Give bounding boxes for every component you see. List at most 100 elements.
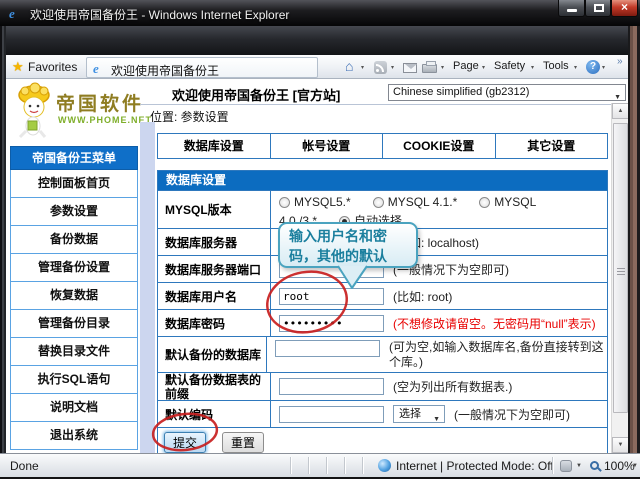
default-db-input[interactable]	[275, 340, 380, 357]
radio-icon	[279, 197, 290, 208]
default-charset-note: (一般情况下为空即可)	[454, 406, 570, 423]
tab-cookie-settings[interactable]: COOKIE设置	[383, 134, 496, 158]
scroll-down-icon[interactable]: ▼	[612, 437, 628, 453]
form-section-title: 数据库设置	[158, 171, 607, 190]
reset-button[interactable]: 重置	[222, 432, 264, 453]
db-password-note: (不想修改请留空。无密码用“null”表示)	[393, 315, 596, 332]
page-title: 欢迎使用帝国备份王 [官方站]	[172, 85, 340, 104]
help-dropdown-icon[interactable]: ▾	[602, 64, 605, 71]
sidebar-item-run-sql[interactable]: 执行SQL语句	[10, 366, 138, 394]
help-button[interactable]: ?	[586, 60, 600, 74]
close-button[interactable]: ×	[611, 0, 638, 17]
language-select[interactable]: Chinese simplified (gb2312) ▼	[388, 84, 626, 101]
sidebar-item-parameter-settings[interactable]: 参数设置	[10, 198, 138, 226]
logo-company-name: 帝国软件	[56, 89, 144, 116]
page-dropdown-icon[interactable]: ▾	[482, 64, 485, 71]
default-db-label: 默认备份的数据库	[158, 337, 267, 372]
maximize-button[interactable]	[585, 0, 611, 17]
radio-mysql41[interactable]: MYSQL 4.1.*	[373, 195, 458, 209]
sidebar-item-backup-data[interactable]: 备份数据	[10, 226, 138, 254]
form-row-db-username: 数据库用户名 (比如: root)	[158, 282, 607, 309]
browser-tab[interactable]: e 欢迎使用帝国备份王	[86, 57, 318, 78]
default-charset-label: 默认编码	[158, 401, 271, 427]
minimize-button[interactable]	[558, 0, 585, 17]
mysql-version-label: MYSQL版本	[158, 191, 271, 228]
print-icon[interactable]	[422, 64, 437, 73]
title-bar: e 欢迎使用帝国备份王 - Windows Internet Explorer …	[0, 0, 640, 26]
form-row-table-prefix: 默认备份数据表的前缀 (空为列出所有数据表.)	[158, 372, 607, 400]
default-charset-input[interactable]	[279, 406, 384, 423]
ie-window: e 欢迎使用帝国备份王 - Windows Internet Explorer …	[0, 0, 640, 479]
read-mail-icon[interactable]	[403, 63, 417, 73]
safety-dropdown-icon[interactable]: ▾	[531, 64, 534, 71]
home-button[interactable]: ⌂	[345, 58, 353, 74]
breadcrumb: 位置: 参数设置	[150, 108, 229, 125]
more-commands-icon[interactable]: »	[617, 56, 623, 67]
sidebar-item-replace-dir-files[interactable]: 替换目录文件	[10, 338, 138, 366]
tab-favicon-icon: e	[93, 61, 99, 77]
zoom-icon[interactable]	[590, 461, 599, 470]
rss-feeds-icon[interactable]	[374, 61, 387, 74]
db-port-label: 数据库服务器端口	[158, 256, 271, 282]
favorites-star-icon: ★	[12, 59, 24, 75]
settings-tabs: 数据库设置 帐号设置 COOKIE设置 其它设置	[157, 133, 608, 159]
table-prefix-label: 默认备份数据表的前缀	[158, 373, 271, 400]
print-dropdown-icon[interactable]: ▾	[441, 64, 444, 71]
charset-select[interactable]: 选择▼	[393, 405, 445, 423]
db-password-input[interactable]	[279, 315, 384, 332]
page-menu[interactable]: Page	[453, 60, 479, 72]
zoom-dropdown-icon[interactable]: ▼	[632, 463, 638, 469]
ie-icon: e	[9, 6, 15, 21]
content-gutter	[140, 122, 155, 453]
status-separator	[326, 457, 327, 474]
default-db-note: (可为空,如输入数据库名,备份直接转到这个库。)	[389, 340, 607, 370]
tab-other-settings[interactable]: 其它设置	[496, 134, 608, 158]
status-separator	[362, 457, 363, 474]
phome-mascot-logo	[12, 81, 58, 141]
sidebar-item-manage-backup-dir[interactable]: 管理备份目录	[10, 310, 138, 338]
db-username-input[interactable]	[279, 288, 384, 305]
tab-title: 欢迎使用帝国备份王	[111, 62, 219, 79]
safety-menu[interactable]: Safety	[494, 60, 525, 72]
window-border-right	[628, 26, 640, 479]
radio-icon	[373, 197, 384, 208]
navigation-bar: ← → ▾ e http://hostwiki.info:888/admin.p…	[0, 26, 640, 55]
radio-mysql5[interactable]: MYSQL5.*	[279, 195, 351, 209]
sidebar-item-logout[interactable]: 退出系统	[10, 422, 138, 450]
scroll-up-icon[interactable]: ▲	[612, 103, 628, 119]
page-content: 帝国软件 WWW.PHOME.NET 欢迎使用帝国备份王 [官方站] Chine…	[6, 79, 628, 453]
settings-icon[interactable]	[560, 460, 572, 472]
db-username-label: 数据库用户名	[158, 283, 271, 309]
zoom-level: 100%	[604, 459, 635, 473]
tools-dropdown-icon[interactable]: ▾	[574, 64, 577, 71]
radio-icon	[479, 197, 490, 208]
callout-line1: 输入用户名和密	[289, 226, 416, 246]
home-dropdown-icon[interactable]: ▾	[361, 64, 364, 71]
form-row-db-password: 数据库密码 (不想修改请留空。无密码用“null”表示)	[158, 309, 607, 336]
favorites-button[interactable]: Favorites	[28, 60, 77, 74]
sidebar-item-docs[interactable]: 说明文档	[10, 394, 138, 422]
header-divider	[140, 104, 626, 105]
tools-menu[interactable]: Tools	[543, 60, 569, 72]
status-separator	[308, 457, 309, 474]
sidebar-item-control-panel[interactable]: 控制面板首页	[10, 170, 138, 198]
scrollbar-thumb[interactable]	[613, 123, 628, 413]
sidebar-item-manage-backup-settings[interactable]: 管理备份设置	[10, 254, 138, 282]
tab-account-settings[interactable]: 帐号设置	[271, 134, 384, 158]
sidebar-item-restore-data[interactable]: 恢复数据	[10, 282, 138, 310]
status-separator	[552, 457, 553, 474]
content-scrollbar[interactable]: ▲ ▼	[611, 103, 628, 453]
tab-database-settings[interactable]: 数据库设置	[158, 134, 271, 158]
sidebar-menu: 帝国备份王菜单 控制面板首页 参数设置 备份数据 管理备份设置 恢复数据 管理备…	[10, 146, 138, 450]
submit-button[interactable]: 提交	[164, 432, 206, 453]
status-separator	[344, 457, 345, 474]
settings-dropdown-icon[interactable]: ▼	[576, 463, 582, 469]
feeds-dropdown-icon[interactable]: ▾	[391, 64, 394, 71]
status-separator	[290, 457, 291, 474]
table-prefix-note: (空为列出所有数据表.)	[393, 378, 512, 395]
annotation-callout: 输入用户名和密 码，其他的默认	[278, 222, 418, 268]
form-row-default-db: 默认备份的数据库 (可为空,如输入数据库名,备份直接转到这个库。)	[158, 336, 607, 372]
language-select-value: Chinese simplified (gb2312)	[393, 86, 529, 98]
internet-zone-icon	[378, 459, 391, 472]
table-prefix-input[interactable]	[279, 378, 384, 395]
